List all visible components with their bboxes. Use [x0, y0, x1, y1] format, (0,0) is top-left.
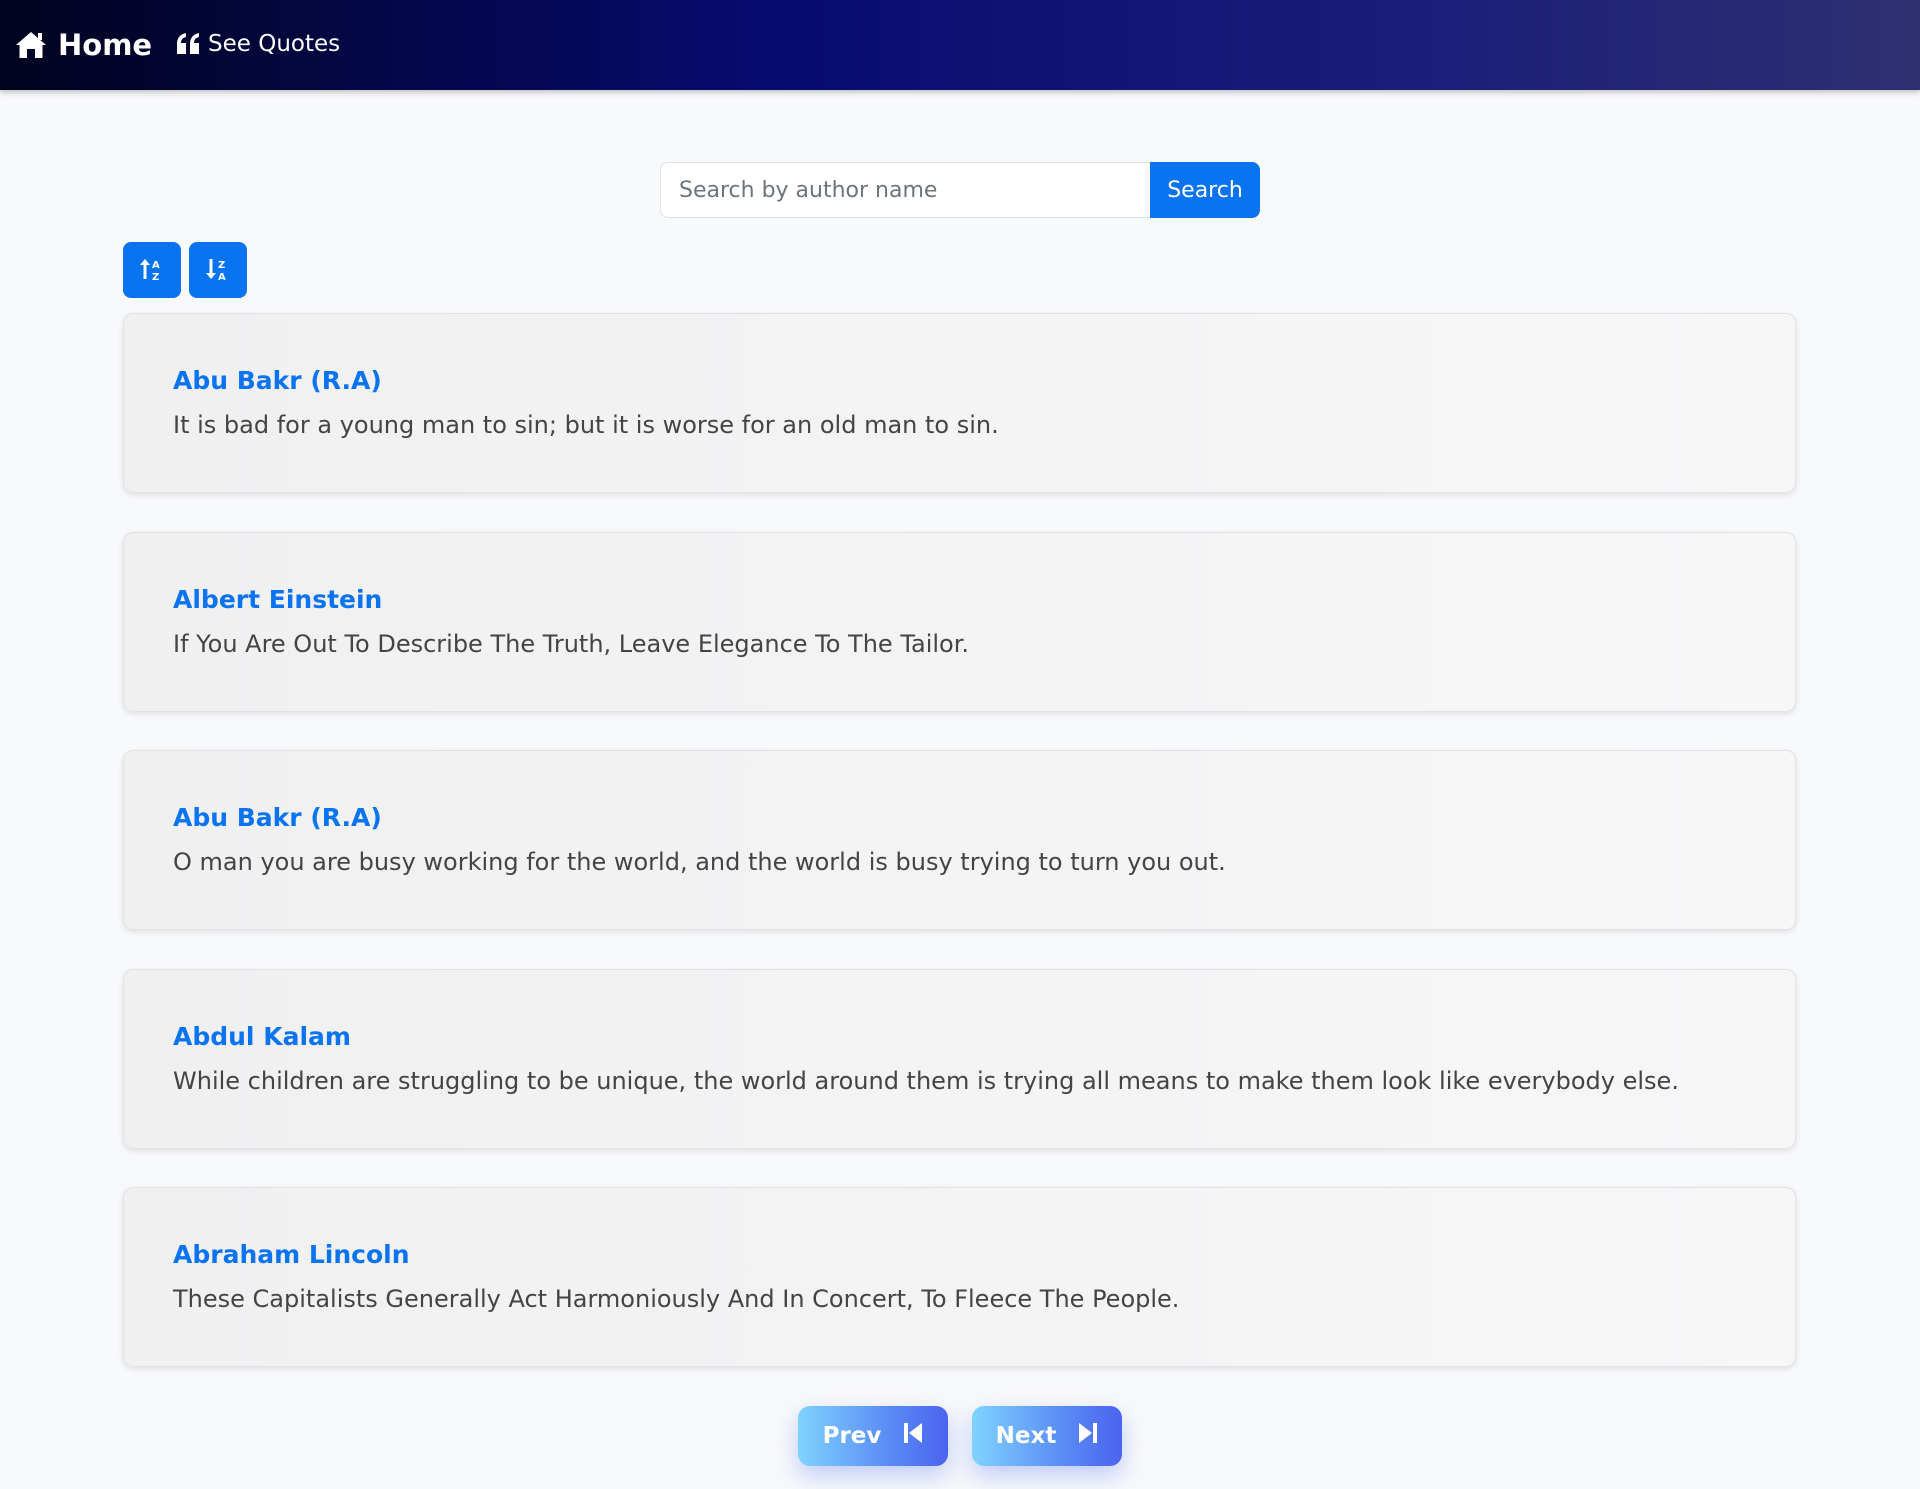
nav-quotes-label: See Quotes	[208, 31, 341, 57]
quote-card: Abraham Lincoln These Capitalists Genera…	[123, 1187, 1796, 1367]
nav-home-link[interactable]: Home	[14, 28, 152, 62]
quote-card: Abdul Kalam While children are strugglin…	[123, 969, 1796, 1149]
search-input[interactable]	[660, 162, 1150, 218]
svg-text:Z: Z	[152, 272, 159, 282]
quote-card: Albert Einstein If You Are Out To Descri…	[123, 532, 1796, 712]
svg-text:A: A	[152, 260, 160, 271]
next-label: Next	[995, 1423, 1057, 1449]
quote-text: If You Are Out To Describe The Truth, Le…	[173, 630, 970, 658]
prev-label: Prev	[822, 1423, 882, 1449]
skip-back-icon	[903, 1422, 923, 1450]
quote-text: While children are struggling to be uniq…	[173, 1067, 1679, 1095]
skip-forward-icon	[1078, 1422, 1098, 1450]
sort-alpha-down-icon: Z A	[205, 256, 231, 285]
search-button[interactable]: Search	[1150, 162, 1260, 218]
quote-author[interactable]: Albert Einstein	[173, 585, 382, 614]
home-icon	[14, 30, 58, 60]
svg-text:A: A	[218, 272, 226, 282]
navbar: Home See Quotes	[0, 0, 1920, 90]
sort-ascending-button[interactable]: A Z	[123, 242, 181, 298]
sort-alpha-up-icon: A Z	[139, 256, 165, 285]
quote-card: Abu Bakr (R.A) O man you are busy workin…	[123, 750, 1796, 930]
quote-author[interactable]: Abdul Kalam	[173, 1022, 351, 1051]
sort-descending-button[interactable]: Z A	[189, 242, 247, 298]
search-bar: Search	[660, 162, 1260, 218]
quote-author[interactable]: Abraham Lincoln	[173, 1240, 410, 1269]
quote-text: It is bad for a young man to sin; but it…	[173, 411, 999, 439]
quote-author[interactable]: Abu Bakr (R.A)	[173, 366, 382, 395]
quote-text: O man you are busy working for the world…	[173, 848, 1226, 876]
quote-card: Abu Bakr (R.A) It is bad for a young man…	[123, 313, 1796, 493]
svg-text:Z: Z	[218, 260, 225, 271]
quote-author[interactable]: Abu Bakr (R.A)	[173, 803, 382, 832]
nav-home-label: Home	[58, 28, 153, 62]
quote-left-icon	[176, 32, 208, 56]
prev-page-button[interactable]: Prev	[798, 1406, 948, 1466]
nav-see-quotes-link[interactable]: See Quotes	[176, 31, 340, 57]
quote-text: These Capitalists Generally Act Harmonio…	[173, 1285, 1180, 1313]
next-page-button[interactable]: Next	[972, 1406, 1122, 1466]
